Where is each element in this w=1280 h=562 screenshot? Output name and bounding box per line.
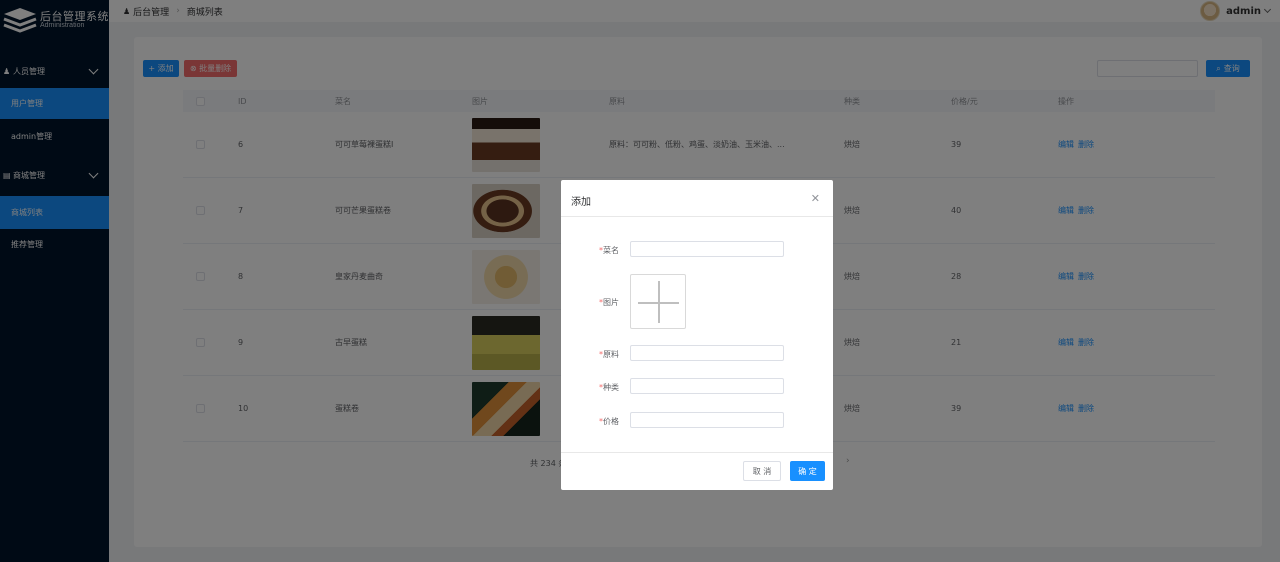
- close-icon[interactable]: ✕: [811, 192, 820, 205]
- field-label-material: *原料: [599, 350, 619, 359]
- divider: [561, 452, 833, 453]
- image-uploader[interactable]: [630, 274, 686, 329]
- cancel-button[interactable]: 取 消: [743, 461, 781, 481]
- price-field[interactable]: [630, 412, 784, 428]
- field-label-kind: *种类: [599, 383, 619, 392]
- field-label-name: *菜名: [599, 246, 619, 255]
- kind-field[interactable]: [630, 378, 784, 394]
- dialog-title: 添加: [571, 197, 591, 208]
- name-field[interactable]: [630, 241, 784, 257]
- field-label-image: *图片: [599, 298, 619, 307]
- divider: [561, 216, 833, 217]
- plus-icon: [658, 281, 660, 323]
- field-label-price: *价格: [599, 417, 619, 426]
- add-dialog: 添加 ✕ *菜名 *图片 *原料 *种类 *价格 取 消 确 定: [561, 180, 833, 490]
- material-field[interactable]: [630, 345, 784, 361]
- confirm-button[interactable]: 确 定: [790, 461, 825, 481]
